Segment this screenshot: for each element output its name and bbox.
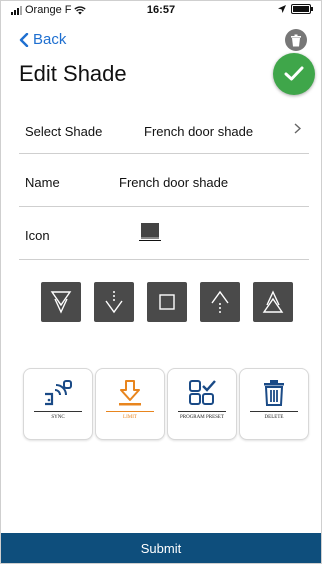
open-fully-icon: [50, 291, 72, 314]
shade-icon-picker[interactable]: [141, 223, 159, 239]
stop-icon: [159, 294, 175, 310]
name-field[interactable]: French door shade: [119, 175, 228, 190]
icon-row: Icon: [19, 207, 309, 260]
name-label: Name: [25, 175, 60, 190]
step-down-icon: [105, 291, 123, 314]
limit-button[interactable]: LIMIT: [95, 368, 165, 440]
submit-button[interactable]: Submit: [1, 533, 321, 563]
program-preset-icon: [189, 380, 216, 405]
step-down-button[interactable]: [94, 282, 134, 322]
sync-button[interactable]: SYNC: [23, 368, 93, 440]
delete-shade-button[interactable]: [285, 29, 307, 51]
status-time: 16:57: [146, 4, 176, 16]
location-arrow-icon: [278, 5, 286, 13]
delete-label: DELETE: [250, 411, 298, 421]
open-fully-button[interactable]: [41, 282, 81, 322]
icon-picker-underline: [139, 240, 161, 241]
close-fully-icon: [262, 290, 284, 313]
limit-icon: [119, 380, 141, 406]
battery-icon: [291, 4, 313, 14]
stop-button[interactable]: [147, 282, 187, 322]
page-title: Edit Shade: [19, 61, 127, 86]
select-shade-row[interactable]: Select Shade French door shade: [19, 107, 309, 154]
limit-label: LIMIT: [106, 411, 154, 421]
shade-controls: [41, 282, 293, 322]
status-right: [278, 4, 313, 14]
trash-icon: [291, 34, 301, 46]
program-preset-label: PROGRAM PRESET: [178, 411, 226, 421]
status-bar: Orange F 16:57: [1, 1, 321, 21]
name-row: Name French door shade: [19, 154, 309, 207]
icon-label: Icon: [25, 228, 50, 243]
select-shade-value: French door shade: [144, 124, 254, 139]
step-up-icon: [211, 290, 229, 313]
chevron-left-icon: [19, 32, 29, 47]
confirm-button[interactable]: [273, 53, 315, 95]
step-up-button[interactable]: [200, 282, 240, 322]
back-button[interactable]: Back: [19, 31, 66, 48]
close-fully-button[interactable]: [253, 282, 293, 322]
action-cards: SYNC LIMIT PROGRAM PRESET DELETE: [23, 368, 311, 440]
app-screen: Orange F 16:57 Back Edit Shade Select Sh…: [0, 0, 322, 564]
select-shade-label: Select Shade: [25, 124, 103, 139]
chevron-right-icon: [294, 121, 302, 137]
sync-label: SYNC: [34, 411, 82, 421]
delete-button[interactable]: DELETE: [239, 368, 309, 440]
back-label: Back: [33, 31, 67, 48]
checkmark-icon: [284, 66, 304, 81]
trash-can-icon: [264, 380, 284, 406]
program-preset-button[interactable]: PROGRAM PRESET: [167, 368, 237, 440]
sync-icon: [45, 380, 72, 406]
